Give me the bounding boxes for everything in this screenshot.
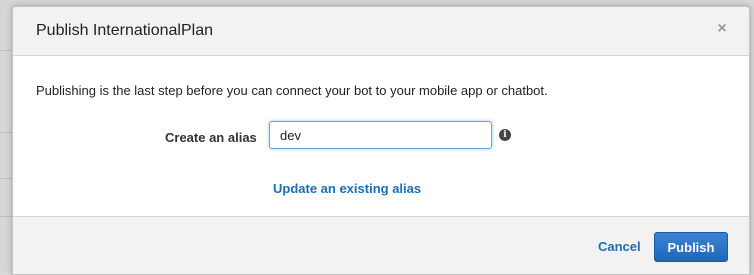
- close-icon[interactable]: ×: [713, 19, 731, 39]
- cancel-button[interactable]: Cancel: [598, 239, 641, 254]
- info-icon[interactable]: i: [499, 129, 511, 141]
- backdrop-divider: [0, 132, 12, 133]
- backdrop-divider: [0, 178, 12, 179]
- alias-input[interactable]: [269, 121, 492, 149]
- dialog-description: Publishing is the last step before you c…: [36, 83, 548, 98]
- dialog-footer: Cancel Publish: [13, 216, 749, 274]
- backdrop-divider: [0, 50, 12, 51]
- backdrop-divider: [0, 216, 12, 217]
- publish-dialog: Publish InternationalPlan × Publishing i…: [12, 6, 750, 275]
- publish-button[interactable]: Publish: [654, 232, 728, 262]
- dialog-title: Publish InternationalPlan: [36, 22, 214, 39]
- update-existing-alias-link[interactable]: Update an existing alias: [273, 181, 421, 196]
- dialog-header: Publish InternationalPlan ×: [13, 7, 749, 56]
- dialog-body: Publishing is the last step before you c…: [13, 56, 749, 216]
- alias-label: Create an alias: [165, 130, 257, 145]
